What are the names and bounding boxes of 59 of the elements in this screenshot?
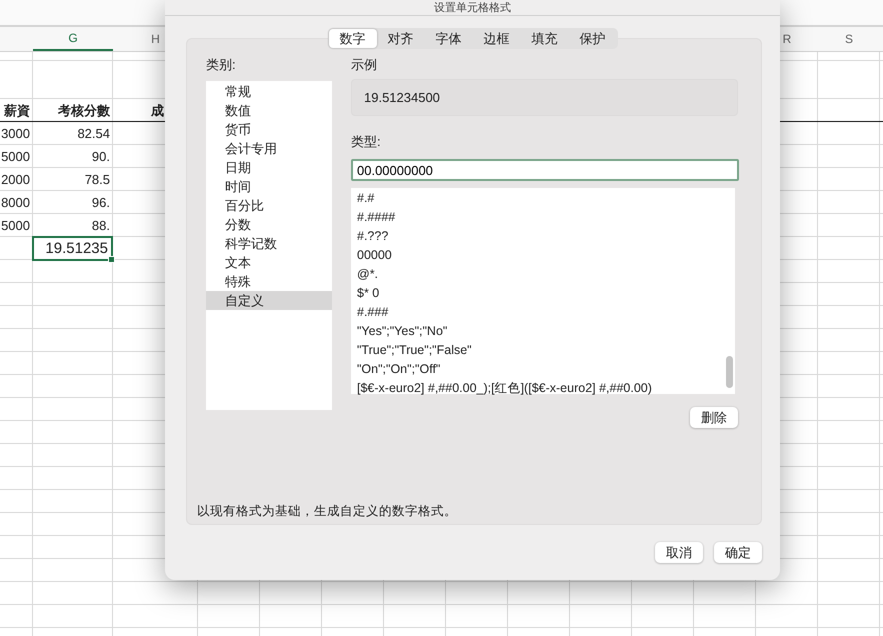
category-item[interactable]: 常规 xyxy=(206,82,332,101)
table-cell: 78.5 xyxy=(84,172,110,187)
format-item[interactable]: #.??? xyxy=(351,227,735,246)
type-label: 类型: xyxy=(351,134,382,150)
category-item[interactable]: 特殊 xyxy=(206,272,332,291)
category-item[interactable]: 货币 xyxy=(206,120,332,139)
format-item[interactable]: @*. xyxy=(351,265,735,284)
table-cell: 5000 xyxy=(1,149,30,164)
category-item[interactable]: 百分比 xyxy=(206,196,332,215)
sample-label: 示例 xyxy=(351,57,378,73)
format-item[interactable]: [$€-x-euro2] #,##0.00_);[红色]([$€-x-euro2] #,##0.00) xyxy=(351,379,735,398)
format-item[interactable]: 00000 xyxy=(351,246,735,265)
delete-button[interactable]: 删除 xyxy=(690,407,738,428)
table-cell: 5000 xyxy=(1,218,30,233)
category-label: 类别: xyxy=(206,57,237,73)
table-cell: 8000 xyxy=(1,195,30,210)
fill-handle[interactable] xyxy=(108,256,115,263)
category-item[interactable]: 数值 xyxy=(206,101,332,120)
category-item[interactable]: 日期 xyxy=(206,158,332,177)
format-item[interactable]: #.### xyxy=(351,303,735,322)
ok-button[interactable]: 确定 xyxy=(714,542,762,563)
selected-cell[interactable]: 19.51235 xyxy=(32,236,113,261)
tab[interactable]: 字体 xyxy=(424,29,472,48)
format-item[interactable]: #.# xyxy=(351,189,735,208)
tab[interactable]: 对齐 xyxy=(376,29,424,48)
format-item[interactable]: "Yes";"Yes";"No" xyxy=(351,322,735,341)
category-item[interactable]: 文本 xyxy=(206,253,332,272)
table-cell: 3000 xyxy=(1,126,30,141)
tab[interactable]: 填充 xyxy=(520,29,568,48)
tab[interactable]: 保护 xyxy=(568,29,616,48)
column-header[interactable]: R xyxy=(782,32,792,46)
cancel-button[interactable]: 取消 xyxy=(655,542,703,563)
scrollbar-thumb[interactable] xyxy=(726,356,733,388)
description-text: 以现有格式为基础，生成自定义的数字格式。 xyxy=(197,503,458,520)
format-item[interactable]: $* 0 xyxy=(351,284,735,303)
category-item[interactable]: 自定义 xyxy=(206,291,332,310)
table-cell: 96. xyxy=(92,195,110,210)
category-item[interactable]: 科学记数 xyxy=(206,234,332,253)
tab[interactable]: 数字 xyxy=(328,29,376,48)
table-cell: 88. xyxy=(92,218,110,233)
category-item[interactable]: 分数 xyxy=(206,215,332,234)
table-cell: 82.54 xyxy=(77,126,110,141)
category-item[interactable]: 时间 xyxy=(206,177,332,196)
column-header[interactable]: G xyxy=(68,31,78,45)
table-cell: 2000 xyxy=(1,172,30,187)
table-cell: 考核分數 xyxy=(58,102,110,120)
sample-preview: 19.51234500 xyxy=(351,79,738,116)
table-cell: 薪資 xyxy=(4,102,30,120)
format-item[interactable]: #.#### xyxy=(351,208,735,227)
type-input-field[interactable]: 00.00000000 xyxy=(351,159,739,181)
table-cell: 成 xyxy=(151,102,164,120)
format-item[interactable]: "On";"On";"Off" xyxy=(351,360,735,379)
tab[interactable]: 边框 xyxy=(472,29,520,48)
table-cell: 90. xyxy=(92,149,110,164)
category-item[interactable]: 会计专用 xyxy=(206,139,332,158)
dialog-title: 设置单元格格式 xyxy=(434,2,511,15)
column-header[interactable]: H xyxy=(151,32,160,46)
format-item[interactable]: "True";"True";"False" xyxy=(351,341,735,360)
column-header[interactable]: S xyxy=(844,32,853,46)
